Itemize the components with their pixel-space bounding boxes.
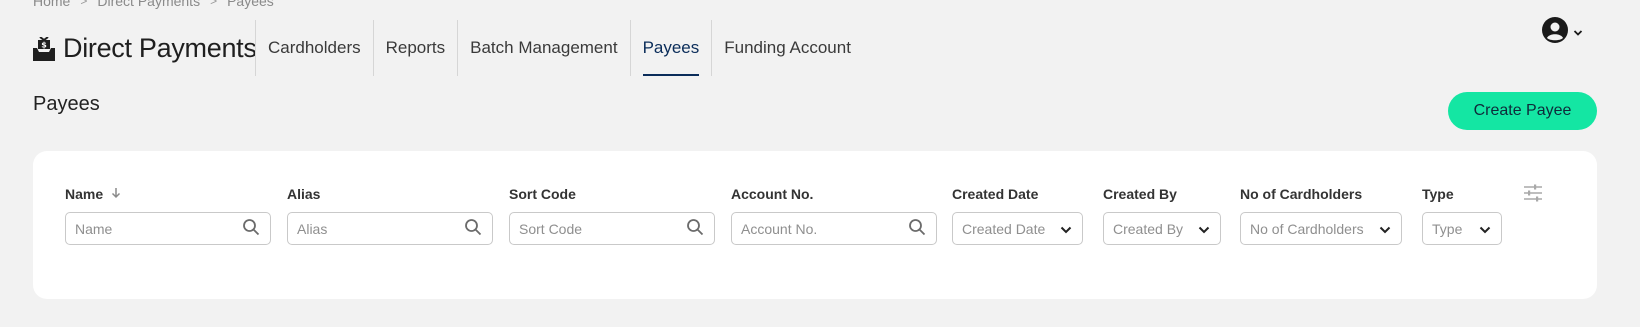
search-icon[interactable] (908, 218, 926, 239)
search-icon[interactable] (242, 218, 260, 239)
column-header-type[interactable]: Type (1422, 184, 1502, 204)
chevron-down-icon (1479, 221, 1491, 237)
tab-label: Payees (642, 38, 700, 57)
created-by-select[interactable]: Created By (1103, 212, 1221, 245)
sort-code-filter-field (509, 212, 715, 245)
column-header-label: Sort Code (509, 186, 576, 202)
tab-label: Reports (385, 38, 446, 57)
select-value: No of Cardholders (1250, 220, 1364, 237)
column-header-no-of-cardholders[interactable]: No of Cardholders (1240, 184, 1402, 204)
user-avatar-icon (1541, 16, 1569, 49)
column-account-no: Account No. (731, 184, 937, 245)
tab-label: Cardholders (268, 38, 361, 57)
column-header-alias[interactable]: Alias (287, 184, 493, 204)
tab-batch-management[interactable]: Batch Management (457, 20, 629, 76)
main-nav: Cardholders Reports Batch Management Pay… (255, 20, 863, 76)
select-value: Created By (1113, 220, 1184, 237)
column-header-account-no[interactable]: Account No. (731, 184, 937, 204)
svg-text:$: $ (41, 40, 47, 49)
breadcrumb-direct-payments[interactable]: Direct Payments (97, 0, 200, 9)
alias-filter-field (287, 212, 493, 245)
account-no-filter-field (731, 212, 937, 245)
tab-funding-account[interactable]: Funding Account (711, 20, 863, 76)
page-title: Payees (33, 93, 100, 115)
breadcrumb-payees: Payees (227, 0, 274, 9)
sort-code-search-input[interactable] (519, 220, 686, 237)
breadcrumb-home[interactable]: Home (33, 0, 70, 9)
column-created-date: Created Date Created Date (952, 184, 1083, 245)
column-created-by: Created By Created By (1103, 184, 1221, 245)
column-header-label: Type (1422, 186, 1454, 202)
chevron-down-icon (1198, 221, 1210, 237)
account-no-search-input[interactable] (741, 220, 908, 237)
alias-search-input[interactable] (297, 220, 464, 237)
app-title: Direct Payments (63, 33, 257, 63)
create-payee-button[interactable]: Create Payee (1448, 92, 1597, 130)
column-header-label: Alias (287, 186, 321, 202)
column-no-of-cardholders: No of Cardholders No of Cardholders (1240, 184, 1402, 245)
column-header-label: Account No. (731, 186, 814, 202)
column-name: Name (65, 184, 271, 245)
tab-payees[interactable]: Payees (629, 20, 712, 76)
chevron-down-icon (1379, 221, 1391, 237)
created-date-select[interactable]: Created Date (952, 212, 1083, 245)
no-of-cardholders-select[interactable]: No of Cardholders (1240, 212, 1402, 245)
column-settings-icon[interactable] (1523, 184, 1543, 207)
tab-label: Funding Account (724, 38, 851, 57)
payees-table-card: Name Alias Sort Code (33, 151, 1597, 299)
column-header-created-by[interactable]: Created By (1103, 184, 1221, 204)
column-header-name[interactable]: Name (65, 184, 271, 204)
breadcrumb: Home > Direct Payments > Payees (33, 0, 274, 9)
column-type: Type Type (1422, 184, 1502, 245)
column-header-label: Name (65, 186, 104, 202)
column-alias: Alias (287, 184, 493, 245)
user-menu[interactable] (1541, 16, 1583, 49)
column-header-label: Created By (1103, 186, 1177, 202)
chevron-down-icon (1060, 221, 1072, 237)
inbox-money-icon: $ (33, 36, 55, 61)
name-filter-field (65, 212, 271, 245)
search-icon[interactable] (686, 218, 704, 239)
tab-label: Batch Management (470, 38, 618, 57)
column-header-sort-code[interactable]: Sort Code (509, 184, 715, 204)
column-sort-code: Sort Code (509, 184, 715, 245)
chevron-down-icon (1573, 24, 1583, 42)
sort-arrow-down-icon (111, 186, 121, 202)
search-icon[interactable] (464, 218, 482, 239)
breadcrumb-separator: > (210, 0, 218, 8)
select-value: Created Date (962, 220, 1046, 237)
column-header-label: Created Date (952, 186, 1039, 202)
column-header-created-date[interactable]: Created Date (952, 184, 1083, 204)
breadcrumb-separator: > (80, 0, 88, 8)
name-search-input[interactable] (75, 220, 242, 237)
tab-cardholders[interactable]: Cardholders (255, 20, 373, 76)
type-select[interactable]: Type (1422, 212, 1502, 245)
app-brand[interactable]: $ Direct Payments (33, 33, 257, 64)
select-value: Type (1432, 220, 1463, 237)
tab-reports[interactable]: Reports (372, 20, 458, 76)
column-header-label: No of Cardholders (1240, 186, 1363, 202)
